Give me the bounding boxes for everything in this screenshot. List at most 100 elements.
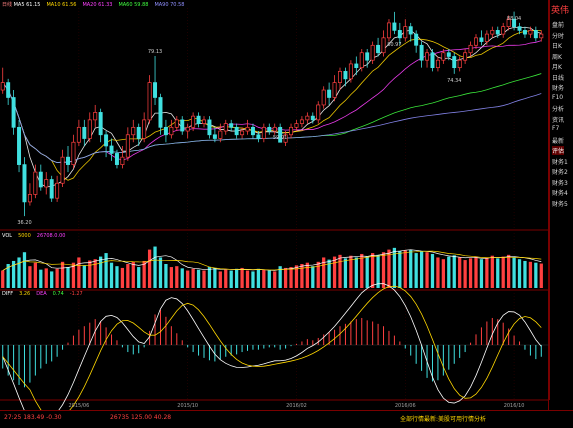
candle-body [332,82,337,98]
volume-bar [213,267,217,288]
volume-bar [485,257,489,288]
x-axis-tick-label: 2016/02 [286,403,307,409]
macd-diff-line [2,283,542,410]
volume-bar [251,271,255,288]
candle-body [87,119,92,139]
volume-bar [283,267,288,288]
candle-body [185,126,190,132]
sidebar-item[interactable]: 财务2 [552,167,568,176]
candle-body [218,130,223,139]
volume-bar [158,257,163,288]
volume-bar [496,258,500,288]
volume-bar [436,257,440,288]
volume-bar [164,264,168,288]
volume-bar [55,268,59,288]
status-right: 全部行情最新:美股可用行情分析 [400,416,487,423]
candle-body [386,22,391,39]
sidebar-item[interactable]: F10 [552,94,563,101]
candle-body [354,63,359,69]
sidebar-item[interactable]: F7 [552,125,559,132]
volume-bar [60,261,65,288]
volume-bar [414,253,418,288]
candle-body [240,130,245,136]
macd-legend-item: 3.26 [19,291,31,297]
candle-body [289,126,294,136]
volume-bar [458,257,462,288]
sidebar-item[interactable]: 月K [552,62,562,71]
x-axis-tick-label: 2015/10 [177,403,198,409]
volume-bar [126,264,130,288]
sidebar-item[interactable]: 评估 [552,146,565,155]
volume-bar [403,250,407,288]
sidebar-item[interactable]: 财务5 [552,199,568,208]
candle-body [191,115,196,128]
price-annotation: 59.01 [273,135,287,141]
candle-body [327,89,332,98]
macd-dea-line [2,285,542,410]
candle-body [446,52,451,57]
candle-body [441,52,446,61]
volume-bar [229,270,233,288]
volume-bar [273,271,277,288]
volume-bar [196,269,201,288]
sidebar-item[interactable]: 日K [552,41,562,50]
candle-body [17,126,22,165]
volume-bar [245,270,250,288]
candle-body [261,126,266,139]
candle-body [142,119,147,139]
candle-body [468,44,473,54]
volume-bar [354,257,358,288]
candle-body [414,33,419,46]
volume-bar [256,268,261,288]
sidebar-item[interactable]: 财务3 [552,178,568,187]
sidebar-item[interactable]: 日线 [552,73,564,82]
ma-line-60 [2,73,542,163]
candle-body [163,126,168,136]
x-axis-tick-label: 2016/10 [504,403,525,409]
volume-bar [17,257,21,288]
sidebar-item[interactable]: 周K [552,52,562,61]
candle-body [76,126,81,143]
sidebar-item[interactable]: 财务4 [552,188,568,197]
candle-body [528,30,533,35]
candle-body [370,44,375,61]
status-mid: 26735 125.00 40.28 [110,414,172,421]
price-volume-macd-chart[interactable]: 36.20 79.13 59.01 80.97 74.34 88.04 2015/06 201… [0,0,549,410]
volume-bar [398,250,402,288]
candle-body [343,71,348,80]
candle-body [82,126,87,139]
ma-line-5 [2,26,542,188]
candle-body [452,56,457,69]
volume-bar [191,268,195,288]
candle-body [397,30,402,39]
volume-bar [387,249,391,288]
sidebar-item[interactable]: 分析 [552,104,564,113]
candle-body [517,26,522,31]
sidebar-item[interactable]: 分时 [552,31,564,40]
macd-legend-item: DIFF [2,291,14,297]
candle-body [158,97,163,128]
volume-bar [534,262,538,288]
sidebar-item[interactable]: 财务1 [552,157,568,166]
candle-body [11,97,16,128]
ma-legend-item: MA90 70.58 [154,2,185,8]
volume-bar [142,260,146,288]
volume-bar [104,253,108,288]
sidebar-item[interactable]: 财务 [552,83,564,92]
candle-body [60,156,65,184]
sidebar-item[interactable]: 盘前 [552,20,564,29]
candle-body [522,30,527,35]
candle-body [234,126,239,136]
period-label: 日线 [2,2,13,8]
candle-body [359,52,364,69]
volume-bar [539,263,543,288]
sidebar-item[interactable]: 资讯 [552,115,564,124]
volume-bar [50,271,54,288]
price-annotation: 79.13 [148,49,162,55]
candle-body [120,156,125,165]
candle-body [22,164,27,203]
candle-body [109,145,114,154]
sidebar-item[interactable]: 最新 [552,136,564,145]
volume-bar [528,261,533,288]
ma-legend-item: MA60 59.88 [118,2,149,8]
